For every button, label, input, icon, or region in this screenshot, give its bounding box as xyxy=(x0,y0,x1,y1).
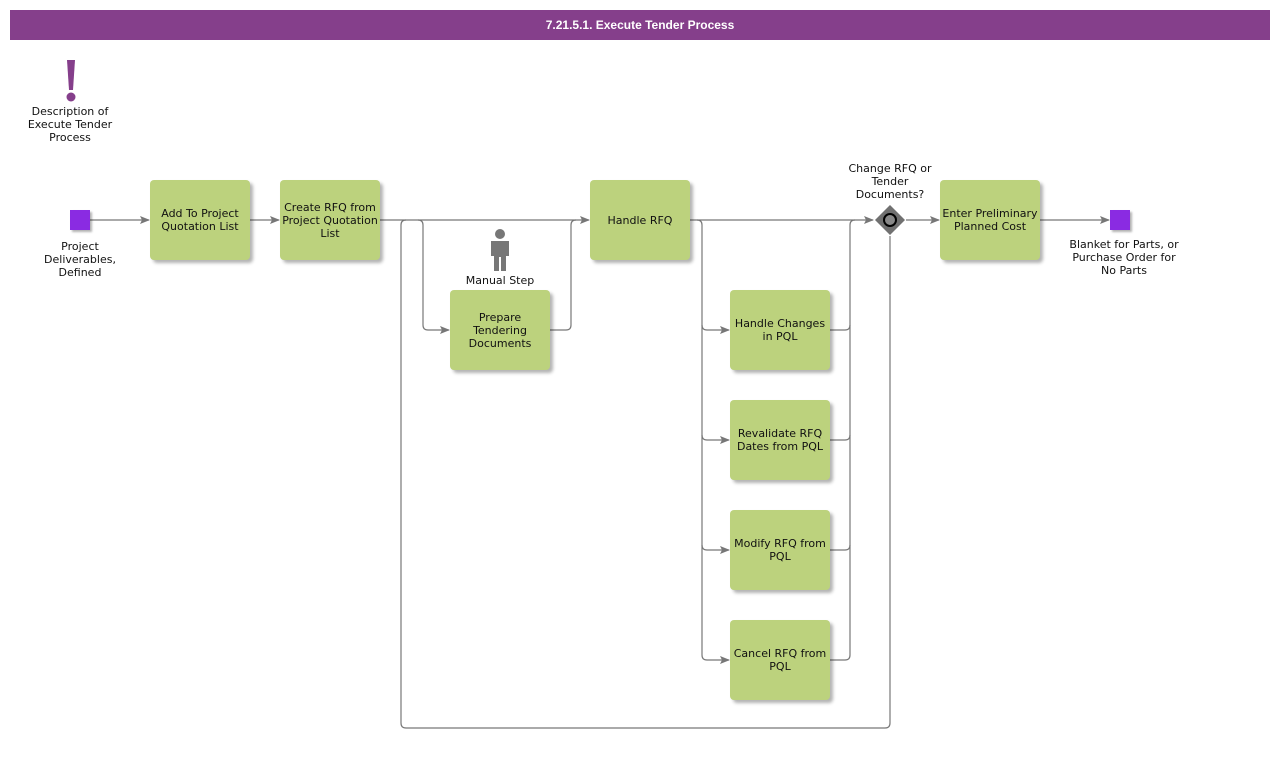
task-enter-preliminary-planned-cost[interactable]: Enter Preliminary Planned Cost xyxy=(940,180,1040,260)
task-label: Create RFQ from Project Quotation List xyxy=(282,200,378,240)
flow-revalidate-out xyxy=(830,434,851,441)
person-icon xyxy=(491,229,509,271)
task-modify-rfq[interactable]: Modify RFQ from PQL xyxy=(730,510,830,590)
task-prepare-tendering-documents[interactable]: Prepare Tendering Documents xyxy=(450,290,550,370)
task-label: Cancel RFQ from PQL xyxy=(733,647,827,673)
description-label: Description of Execute Tender Process xyxy=(27,105,113,144)
task-add-to-project-quotation-list[interactable]: Add To Project Quotation List xyxy=(150,180,250,260)
task-handle-changes-in-pql[interactable]: Handle Changes in PQL xyxy=(730,290,830,370)
task-handle-rfq[interactable]: Handle RFQ xyxy=(590,180,690,260)
task-label: Handle Changes in PQL xyxy=(734,317,826,343)
start-event-label: Project Deliverables, Defined xyxy=(44,240,116,279)
task-label: Enter Preliminary Planned Cost xyxy=(942,207,1038,233)
flow-modify-out xyxy=(830,544,851,551)
start-event[interactable] xyxy=(70,210,90,230)
task-label: Handle RFQ xyxy=(607,213,673,227)
connectors xyxy=(90,216,1110,729)
manual-step-label: Manual Step xyxy=(465,274,535,287)
end-event-label: Blanket for Parts, or Purchase Order for… xyxy=(1069,238,1179,277)
task-label: Modify RFQ from PQL xyxy=(734,537,826,563)
exclamation-icon[interactable] xyxy=(60,58,82,104)
flow-to-modify xyxy=(701,544,730,554)
gateway-icon[interactable] xyxy=(874,204,906,236)
flow-handle-changes-out xyxy=(830,324,851,331)
gateway-label: Change RFQ or Tender Documents? xyxy=(848,162,932,201)
flow-to-handle-changes xyxy=(701,324,730,334)
task-cancel-rfq[interactable]: Cancel RFQ from PQL xyxy=(730,620,830,700)
flow-prepare-to-handle xyxy=(550,219,577,331)
task-create-rfq[interactable]: Create RFQ from Project Quotation List xyxy=(280,180,380,260)
task-label: Prepare Tendering Documents xyxy=(468,310,532,350)
flow-split-to-prepare xyxy=(417,219,450,334)
task-label: Add To Project Quotation List xyxy=(161,207,239,233)
task-revalidate-rfq-dates[interactable]: Revalidate RFQ Dates from PQL xyxy=(730,400,830,480)
flow-to-revalidate xyxy=(701,434,730,444)
task-label: Revalidate RFQ Dates from PQL xyxy=(736,427,824,453)
end-event[interactable] xyxy=(1110,210,1130,230)
